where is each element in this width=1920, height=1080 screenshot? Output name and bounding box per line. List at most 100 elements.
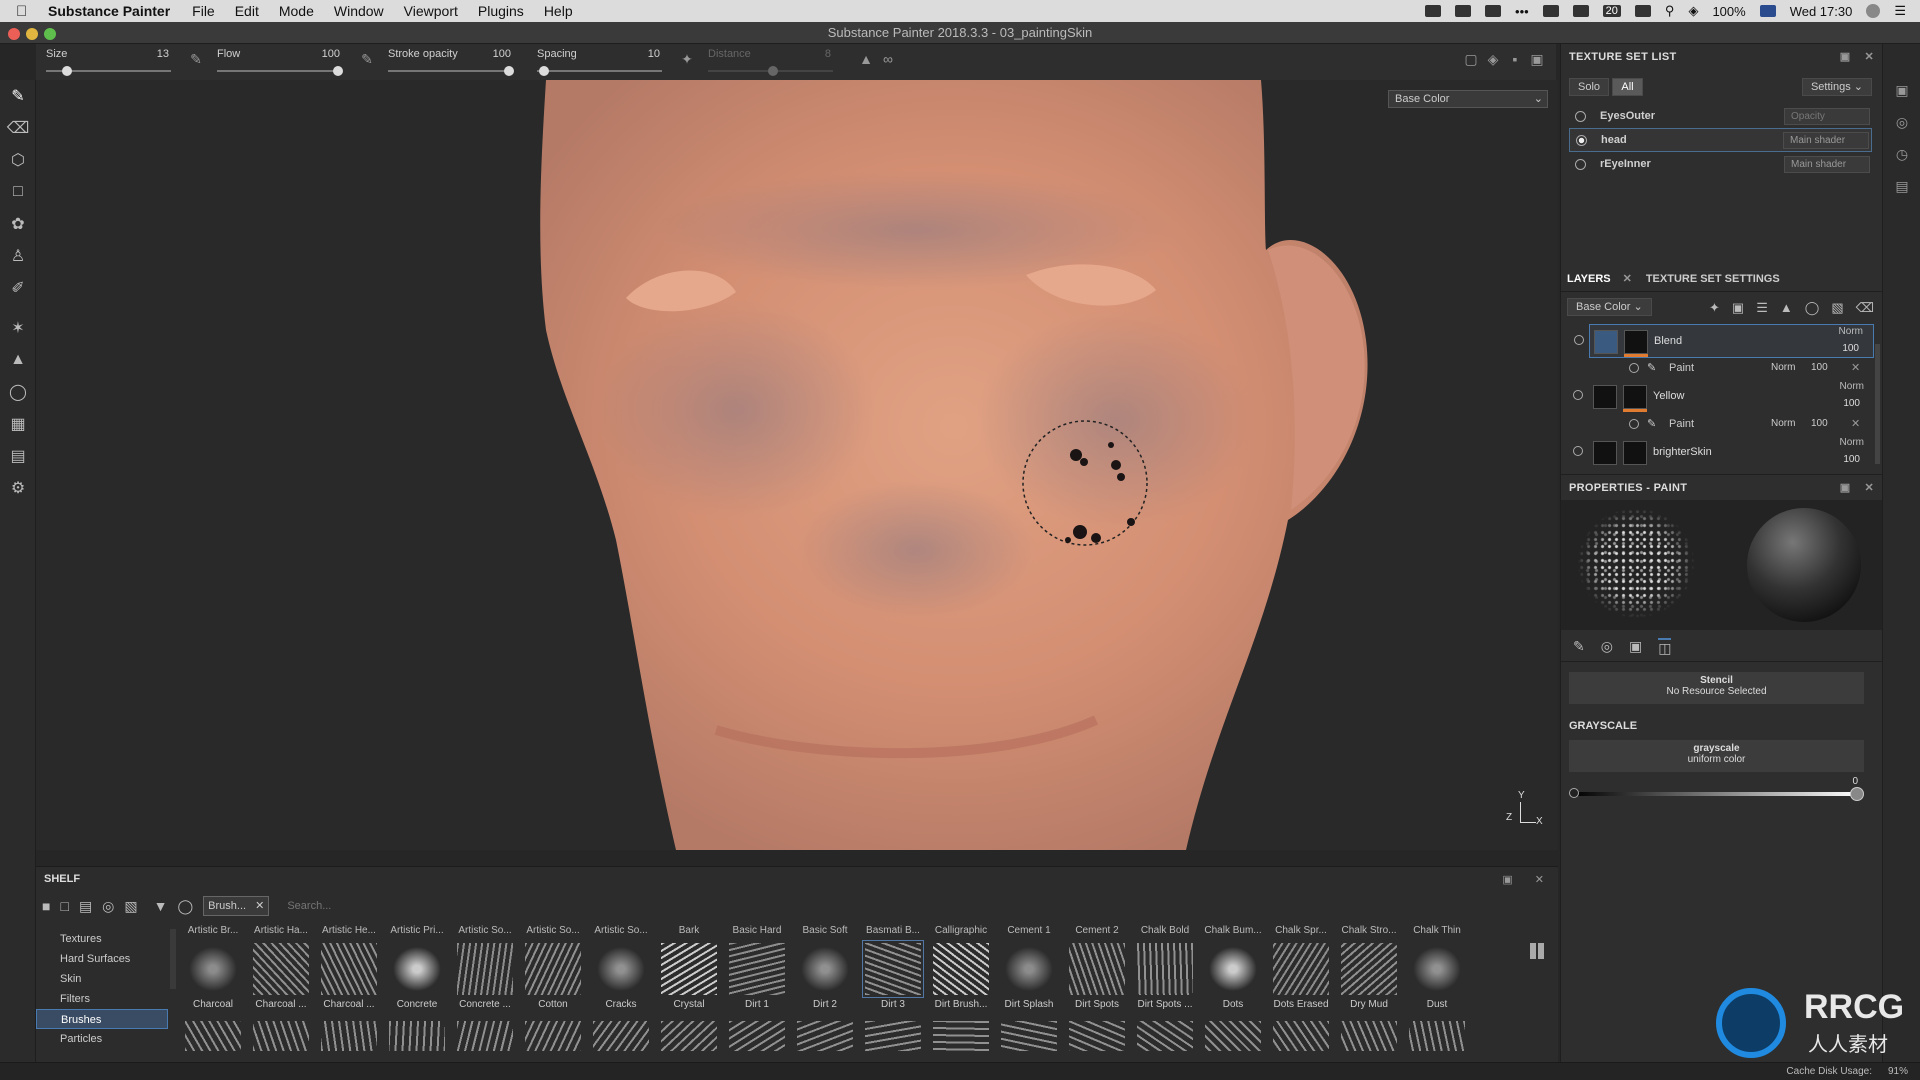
grid-view-icon[interactable]	[1530, 943, 1546, 959]
solo-button[interactable]: Solo	[1569, 78, 1610, 96]
layer-name[interactable]: Yellow	[1653, 390, 1684, 402]
brush-thumbnail[interactable]	[865, 1021, 921, 1051]
add-effect-icon[interactable]: ✦	[1709, 300, 1720, 316]
spacing-track[interactable]	[537, 70, 662, 72]
bake-icon[interactable]: ✶	[0, 312, 36, 344]
remove-effect-icon[interactable]: ✕	[1851, 417, 1860, 430]
brush-thumbnail[interactable]	[1273, 1021, 1329, 1051]
close-window-icon[interactable]	[8, 28, 20, 40]
grayscale-slot[interactable]: grayscale uniform color	[1569, 740, 1864, 772]
dropbox-icon[interactable]	[1542, 5, 1559, 17]
brush-item-row2[interactable]	[384, 1021, 450, 1063]
brush-item-row2[interactable]	[1404, 1021, 1470, 1063]
log-icon[interactable]: ▤	[1883, 170, 1920, 202]
brush-thumbnail[interactable]	[797, 943, 853, 995]
shelf-category-hard-surfaces[interactable]: Hard Surfaces	[36, 949, 168, 969]
brush-item[interactable]: Chalk Bold Dirt Spots ...	[1132, 925, 1198, 1015]
filter-icon[interactable]: ▼	[154, 898, 168, 914]
brush-item-row2[interactable]	[928, 1021, 994, 1063]
size-slider[interactable]: Size 13	[36, 44, 181, 80]
export-icon[interactable]: ▤	[0, 440, 36, 472]
brush-thumbnail[interactable]	[593, 1021, 649, 1051]
brush-item-row2[interactable]	[1064, 1021, 1130, 1063]
viewer-settings-icon[interactable]: ▣	[1883, 74, 1920, 106]
shelf-search-input[interactable]	[279, 896, 460, 916]
brush-item-row2[interactable]	[860, 1021, 926, 1063]
brush-item-row2[interactable]	[1268, 1021, 1334, 1063]
layer-visibility-eye-icon[interactable]	[1573, 446, 1583, 456]
brush-item-row2[interactable]	[248, 1021, 314, 1063]
menu-window[interactable]: Window	[334, 3, 384, 19]
link-icon[interactable]: ∞	[877, 51, 899, 73]
layer-opacity[interactable]: 100	[1842, 343, 1859, 354]
brush-thumbnail[interactable]	[185, 1021, 241, 1051]
layer-blend-mode[interactable]: Norm	[1840, 437, 1864, 448]
history-icon[interactable]: ◷	[1883, 138, 1920, 170]
layers-scrollbar[interactable]	[1875, 344, 1880, 464]
filter-tag-close-icon[interactable]: ✕	[255, 900, 264, 912]
brush-thumbnail[interactable]	[253, 943, 309, 995]
all-button[interactable]: All	[1612, 78, 1643, 96]
brush-thumbnail[interactable]	[389, 943, 445, 995]
brush-item[interactable]: Artistic So... Concrete ...	[452, 925, 518, 1015]
brush-thumbnail[interactable]	[321, 943, 377, 995]
brush-thumbnail[interactable]	[1341, 943, 1397, 995]
brush-thumbnail[interactable]	[1273, 943, 1329, 995]
zoom-window-icon[interactable]	[44, 28, 56, 40]
stroke-opacity-knob[interactable]	[504, 66, 514, 76]
add-mask-icon[interactable]: ▣	[1732, 300, 1744, 316]
texture-set-settings-button[interactable]: Settings ⌄	[1801, 78, 1872, 96]
layer-color-thumbnail[interactable]	[1593, 385, 1617, 409]
menu-viewport[interactable]: Viewport	[404, 3, 458, 19]
brush-thumbnail[interactable]	[933, 943, 989, 995]
delete-layer-icon[interactable]: ⌫	[1856, 300, 1874, 316]
stroke-opacity-track[interactable]	[388, 70, 513, 72]
brush-item[interactable]: Artistic Ha... Charcoal ...	[248, 925, 314, 1015]
brush-thumbnail[interactable]	[1409, 943, 1465, 995]
tab-layers[interactable]: LAYERS	[1567, 273, 1611, 285]
effect-row[interactable]: ✎ Paint Norm 100 ✕	[1561, 358, 1882, 380]
spacing-value[interactable]: 10	[648, 48, 660, 60]
brush-thumbnail[interactable]	[729, 1021, 785, 1051]
effect-opacity[interactable]: 100	[1811, 362, 1828, 373]
stroke-opacity-slider[interactable]: Stroke opacity 100	[378, 44, 523, 80]
3d-viewport[interactable]: Base Color ⌄ Y Z X	[36, 80, 1558, 850]
layer-visibility-eye-icon[interactable]	[1574, 335, 1584, 345]
brush-item[interactable]: Basic Soft Dirt 2	[792, 925, 858, 1015]
shader-settings-icon[interactable]: ◎	[1883, 106, 1920, 138]
brush-item-row2[interactable]	[452, 1021, 518, 1063]
spacing-slider[interactable]: Spacing 10	[527, 44, 672, 80]
pen-pressure-icon[interactable]: ✎	[185, 51, 207, 73]
size-knob[interactable]	[62, 66, 72, 76]
new-folder-icon[interactable]: □	[60, 898, 68, 914]
texture-set-radio[interactable]	[1576, 134, 1587, 146]
polygon-fill-icon[interactable]: □	[0, 176, 36, 208]
effect-visibility-icon[interactable]	[1629, 419, 1639, 429]
brush-item-row2[interactable]	[588, 1021, 654, 1063]
stencil-slot[interactable]: Stencil No Resource Selected	[1569, 672, 1864, 704]
stroke-opacity-value[interactable]: 100	[493, 48, 511, 60]
layer-channel-select[interactable]: Base Color ⌄	[1567, 298, 1652, 316]
brush-thumbnail[interactable]	[661, 1021, 717, 1051]
grayscale-track[interactable]	[1573, 792, 1858, 796]
symmetry-icon[interactable]: ▲	[855, 51, 877, 73]
brush-item-row2[interactable]	[724, 1021, 790, 1063]
brush-thumbnail[interactable]	[661, 943, 717, 995]
layer-visibility-eye-icon[interactable]	[1573, 390, 1583, 400]
brush-thumbnail[interactable]	[1001, 1021, 1057, 1051]
layer-blend-mode[interactable]: Norm	[1839, 326, 1863, 337]
brush-item[interactable]: Cement 1 Dirt Splash	[996, 925, 1062, 1015]
clone-icon[interactable]: ♙	[0, 240, 36, 272]
settings-icon[interactable]: ⚙	[0, 472, 36, 504]
effect-opacity[interactable]: 100	[1811, 418, 1828, 429]
layer-opacity[interactable]: 100	[1843, 454, 1860, 465]
filter-tag[interactable]: Brush... ✕	[203, 896, 270, 916]
brush-item-row2[interactable]	[996, 1021, 1062, 1063]
layer-mask-thumbnail[interactable]	[1624, 330, 1648, 354]
distance-slider[interactable]: Distance 8	[698, 44, 843, 80]
close-panel-icon[interactable]: ✕	[1864, 50, 1874, 63]
grayscale-value[interactable]: 0	[1852, 776, 1858, 787]
wifi-icon[interactable]: ◈	[1688, 3, 1698, 19]
shelf-category-textures[interactable]: Textures	[36, 929, 168, 949]
eraser-icon[interactable]: ⌫	[0, 112, 36, 144]
